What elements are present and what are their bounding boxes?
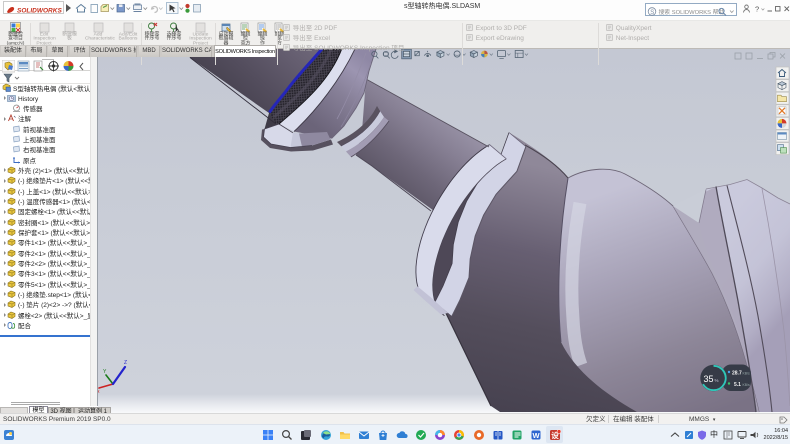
svg-text:KB/s: KB/s [743,371,750,375]
svg-text:搜索 SOLIDWORKS 帮助: 搜索 SOLIDWORKS 帮助 [659,7,725,15]
svg-text:W: W [533,431,541,440]
svg-text:5.1: 5.1 [734,382,741,388]
svg-text:?: ? [755,5,759,14]
svg-text:SOLIDWORKS: SOLIDWORKS [17,8,62,15]
svg-text:S: S [650,10,654,16]
svg-text:%: % [715,378,719,383]
svg-text:Z: Z [124,360,127,366]
svg-text:28.7: 28.7 [732,370,742,376]
svg-text:KB/s: KB/s [743,383,750,387]
svg-text:35: 35 [704,374,714,384]
